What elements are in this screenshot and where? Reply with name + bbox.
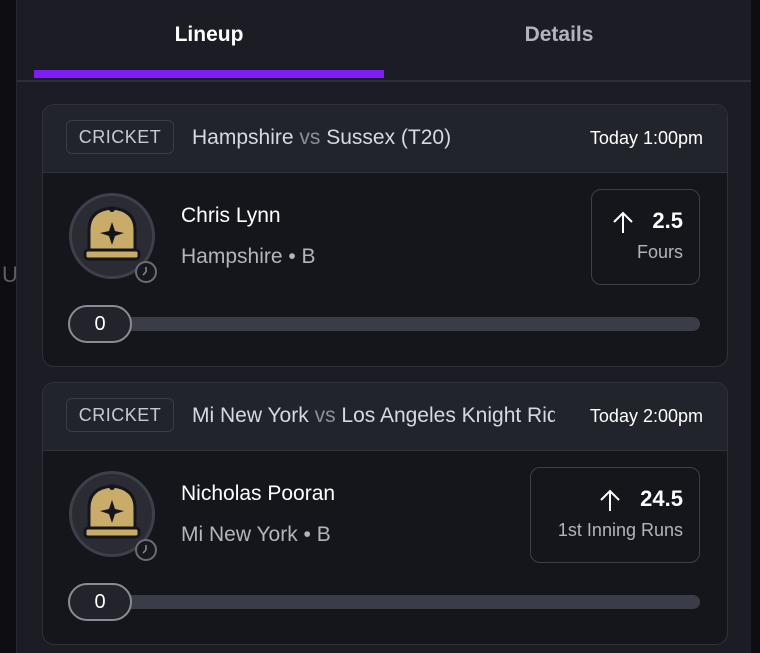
vs-label: vs [299, 126, 321, 149]
player-team-position: Hampshire • B [181, 245, 316, 268]
tab-details[interactable]: Details [384, 20, 734, 50]
matchup[interactable]: Hampshire vs Sussex (T20) [192, 123, 557, 153]
player-name: Chris Lynn [181, 204, 281, 227]
card-header: CRICKET Mi New York vs Los Angeles Knigh… [43, 383, 727, 451]
lineup-panel: Lineup Details CRICKET Hampshire vs Suss… [16, 0, 751, 653]
background-left [0, 0, 16, 653]
progress-track [68, 317, 700, 331]
projection-line-box[interactable]: 24.5 1st Inning Runs [530, 467, 700, 563]
clock-icon [135, 261, 157, 283]
arrow-up-icon [613, 211, 633, 233]
pick-card[interactable]: CRICKET Mi New York vs Los Angeles Knigh… [42, 382, 728, 645]
game-time: Today 1:00pm [589, 128, 703, 148]
team-home: Hampshire [192, 126, 294, 149]
player-name: Nicholas Pooran [181, 482, 336, 505]
active-tab-indicator [34, 70, 384, 78]
team-away: Los Angeles Knight Riders [341, 404, 555, 427]
vs-label: vs [314, 404, 336, 427]
sport-badge: CRICKET [66, 120, 174, 154]
progress-value: 0 [68, 583, 132, 621]
background-right [750, 0, 760, 653]
stat-type: Fours [636, 242, 683, 262]
progress-value: 0 [68, 305, 132, 343]
player-team-position: Mi New York • B [181, 523, 331, 546]
team-home: Mi New York [192, 404, 309, 427]
stat-type: 1st Inning Runs [557, 520, 683, 540]
tab-bar: Lineup Details [17, 0, 751, 82]
card-header: CRICKET Hampshire vs Sussex (T20) Today … [43, 105, 727, 173]
sport-badge: CRICKET [66, 398, 174, 432]
matchup[interactable]: Mi New York vs Los Angeles Knight Riders [192, 401, 555, 431]
line-value: 24.5 [640, 486, 683, 511]
game-time: Today 2:00pm [589, 406, 703, 426]
pick-card[interactable]: CRICKET Hampshire vs Sussex (T20) Today … [42, 104, 728, 367]
line-value: 2.5 [652, 208, 683, 233]
team-away: Sussex (T20) [326, 126, 452, 149]
clock-icon [135, 539, 157, 561]
arrow-up-icon [600, 489, 620, 511]
tab-lineup[interactable]: Lineup [34, 20, 384, 50]
progress-track [68, 595, 700, 609]
projection-line-box[interactable]: 2.5 Fours [591, 189, 700, 285]
